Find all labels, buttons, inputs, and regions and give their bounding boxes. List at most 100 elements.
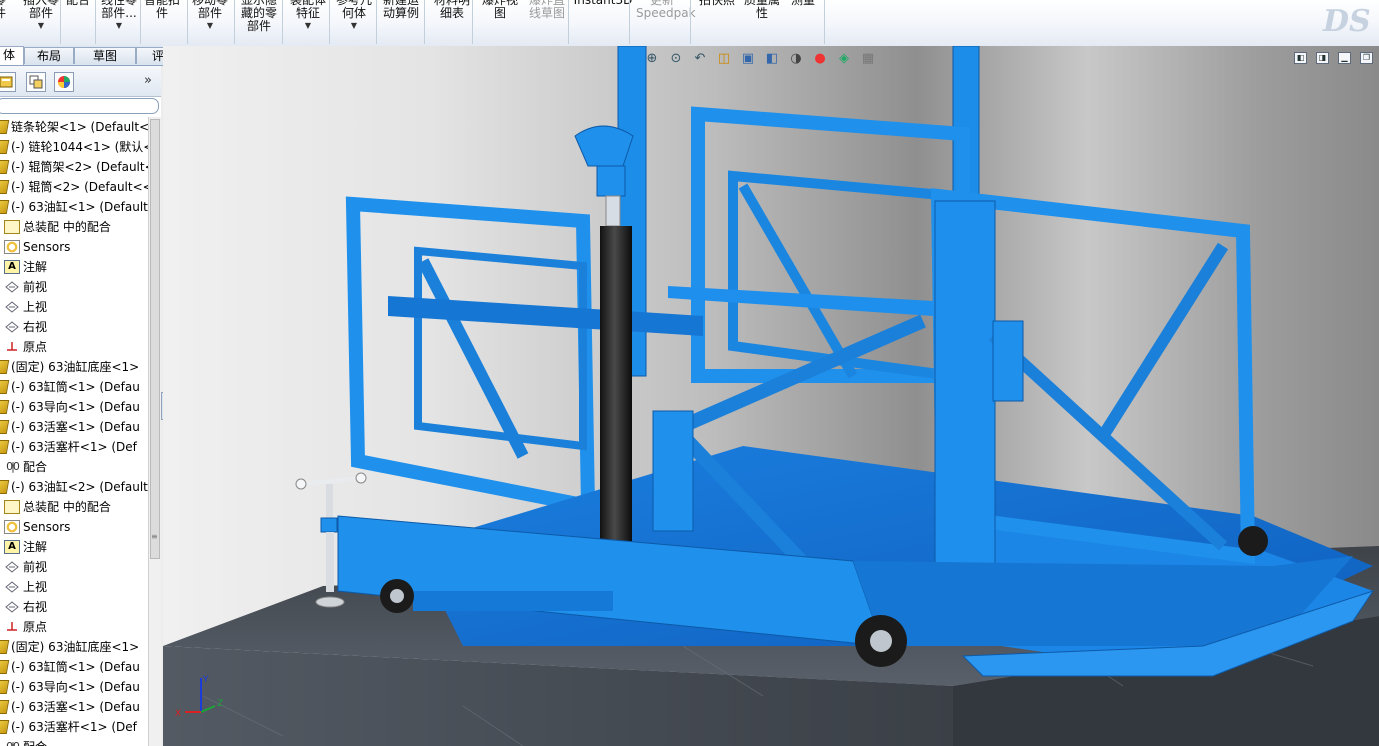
tree-node[interactable]: Sensors bbox=[0, 517, 70, 537]
tree-node[interactable]: A 注解 bbox=[0, 537, 47, 557]
part-icon bbox=[0, 419, 10, 434]
view-settings-icon[interactable]: ▦ bbox=[859, 50, 877, 68]
ribbon-button-b3[interactable]: 配合 bbox=[64, 0, 92, 7]
edit-appearance-icon[interactable]: ● bbox=[811, 50, 829, 68]
triad-x-label: X bbox=[175, 709, 181, 719]
ribbon-button-b1[interactable]: 零 件 bbox=[0, 0, 10, 20]
tree-filter-input[interactable] bbox=[0, 98, 159, 114]
tree-node[interactable]: 右视 bbox=[0, 317, 47, 337]
tab-1[interactable]: 布局 bbox=[24, 47, 74, 64]
tree-node-label: (-) 辊筒<2> (Default<<D bbox=[11, 180, 148, 194]
configuration-manager-icon[interactable] bbox=[26, 72, 46, 92]
tree-node[interactable]: (-) 63缸筒<1> (Defau bbox=[0, 377, 140, 397]
ribbon-button-label: 插入零 部件 bbox=[22, 0, 59, 20]
tree-node[interactable]: (-) 63活塞杆<1> (Def bbox=[0, 437, 137, 457]
ribbon-button-b4[interactable]: 线性零 部件... ▼ bbox=[98, 0, 140, 30]
tree-node-label: 原点 bbox=[23, 620, 48, 634]
tree-node[interactable]: (-) 63导向<1> (Defau bbox=[0, 397, 140, 417]
tree-node[interactable]: 上视 bbox=[0, 297, 47, 317]
zoom-area-icon[interactable]: ⊙ bbox=[667, 50, 685, 68]
ribbon-button-b14[interactable]: Instant3D bbox=[573, 0, 633, 7]
tree-node[interactable]: (-) 链轮1044<1> (默认< bbox=[0, 137, 148, 157]
ribbon-button-label: 新建运 动算例 bbox=[382, 0, 419, 20]
split-vertical-icon[interactable]: ◨ bbox=[1316, 52, 1329, 64]
zoom-to-fit-icon[interactable]: ⊕ bbox=[643, 50, 661, 68]
tree-node[interactable]: (固定) 63油缸底座<1> bbox=[0, 637, 139, 657]
tree-node[interactable]: (-) 63活塞杆<1> (Def bbox=[0, 717, 137, 737]
ribbon-button-b6[interactable]: 移动零 部件 ▼ bbox=[191, 0, 229, 30]
tree-node-label: (-) 63活塞杆<1> (Def bbox=[11, 720, 137, 734]
tab-0[interactable]: 体 bbox=[0, 46, 24, 65]
mates-icon: 0|0 bbox=[6, 459, 20, 473]
previous-view-icon[interactable]: ↶ bbox=[691, 50, 709, 68]
tree-node[interactable]: (固定) 63油缸底座<1> bbox=[0, 357, 139, 377]
ribbon-button-b17[interactable]: 质量属 性 bbox=[740, 0, 784, 20]
ribbon-button-b7[interactable]: 显示隐 藏的零 部件 bbox=[238, 0, 280, 33]
split-horizontal-icon[interactable]: ◧ bbox=[1294, 52, 1307, 64]
view-orientation-icon[interactable]: ▣ bbox=[739, 50, 757, 68]
tree-node[interactable]: (-) 辊筒<2> (Default<<D bbox=[0, 177, 148, 197]
ribbon-button-b9[interactable]: 参考几 何体 ▼ bbox=[333, 0, 375, 30]
section-view-icon[interactable]: ◫ bbox=[715, 50, 733, 68]
ribbon-button-label: 移动零 部件 bbox=[191, 0, 228, 20]
tree-node[interactable]: 前视 bbox=[0, 277, 47, 297]
ribbon-button-b8[interactable]: 装配体 特征 ▼ bbox=[287, 0, 329, 30]
ribbon-button-label: 参考几 何体 bbox=[335, 0, 372, 20]
tree-node[interactable]: 总装配 中的配合 bbox=[0, 217, 111, 237]
hide-show-icon[interactable]: ◑ bbox=[787, 50, 805, 68]
ribbon-button-b2[interactable]: 插入零 部件 ▼ bbox=[20, 0, 62, 30]
tab-2[interactable]: 草图 bbox=[74, 47, 136, 64]
tree-node[interactable]: (-) 63缸筒<1> (Defau bbox=[0, 657, 140, 677]
ribbon-button-b5[interactable]: 智能扣 件 bbox=[143, 0, 181, 20]
dropdown-arrow-icon[interactable]: ▼ bbox=[20, 21, 62, 30]
display-style-icon[interactable]: ◧ bbox=[763, 50, 781, 68]
assembly-model-render[interactable]: Y X Z bbox=[163, 46, 1379, 746]
tree-node-label: (固定) 63油缸底座<1> bbox=[11, 640, 140, 654]
restore-icon[interactable]: ❐ bbox=[1360, 52, 1373, 64]
panel-more-chevron-icon[interactable]: » bbox=[144, 73, 152, 88]
dropdown-arrow-icon[interactable]: ▼ bbox=[287, 21, 329, 30]
tree-node[interactable]: 0|0配合 bbox=[0, 737, 47, 746]
tree-node[interactable]: A 注解 bbox=[0, 257, 47, 277]
tree-scrollbar[interactable]: ≡ bbox=[148, 117, 161, 746]
ribbon-button-b16[interactable]: 拍快照 bbox=[696, 0, 738, 7]
tree-node[interactable]: (-) 63活塞<1> (Defau bbox=[0, 417, 140, 437]
tree-node[interactable]: 上视 bbox=[0, 577, 47, 597]
tree-node[interactable]: 前视 bbox=[0, 557, 47, 577]
display-manager-icon[interactable] bbox=[54, 72, 74, 92]
tree-node[interactable]: 原点 bbox=[0, 337, 47, 357]
property-manager-icon[interactable] bbox=[0, 72, 16, 92]
dropdown-arrow-icon[interactable]: ▼ bbox=[333, 21, 375, 30]
dropdown-arrow-icon[interactable]: ▼ bbox=[98, 21, 140, 30]
tree-node[interactable]: 0|0配合 bbox=[0, 457, 47, 477]
tree-node[interactable]: Sensors bbox=[0, 237, 70, 257]
tree-node[interactable]: (-) 63油缸<2> (Default< bbox=[0, 477, 148, 497]
tree-node[interactable]: 总装配 中的配合 bbox=[0, 497, 111, 517]
scrollbar-thumb[interactable] bbox=[150, 119, 160, 559]
dropdown-arrow-icon[interactable]: ▼ bbox=[191, 21, 229, 30]
tree-node[interactable]: 链条轮架<1> (Default<< bbox=[0, 117, 148, 137]
minimize-icon[interactable]: ▁ bbox=[1338, 52, 1351, 64]
tree-node[interactable]: (-) 辊筒架<2> (Default< bbox=[0, 157, 148, 177]
plane-icon bbox=[4, 580, 20, 594]
tree-node[interactable]: (-) 63油缸<1> (Default< bbox=[0, 197, 148, 217]
ribbon-button-b10[interactable]: 新建运 动算例 bbox=[380, 0, 422, 20]
pulley-head bbox=[574, 125, 634, 167]
panel-toolbar: » bbox=[0, 66, 161, 97]
part-icon bbox=[0, 179, 10, 194]
tree-node[interactable]: (-) 63活塞<1> (Defau bbox=[0, 697, 140, 717]
plane-icon bbox=[4, 320, 20, 334]
tree-node[interactable]: 原点 bbox=[0, 617, 47, 637]
tree-node[interactable]: (-) 63导向<1> (Defau bbox=[0, 677, 140, 697]
ribbon-button-b13[interactable]: 爆炸直 线草图 bbox=[524, 0, 570, 20]
ribbon-button-b18[interactable]: 测量 bbox=[788, 0, 818, 7]
ribbon-button-b15[interactable]: 更新 Speedpak bbox=[636, 0, 696, 20]
apply-scene-icon[interactable]: ◈ bbox=[835, 50, 853, 68]
part-icon bbox=[0, 139, 10, 154]
ribbon-button-b11[interactable]: 材料明 细表 bbox=[430, 0, 474, 20]
ribbon-button-label: 拍快照 bbox=[698, 0, 735, 7]
graphics-area[interactable]: Y X Z ⊕ ⊙ ↶ ◫ ▣ ◧ ◑ ● ◈ ▦ ◧ ◨ ▁ ❐ bbox=[163, 46, 1379, 746]
ribbon-button-label: 装配体 特征 bbox=[289, 0, 326, 20]
tree-node[interactable]: 右视 bbox=[0, 597, 47, 617]
ribbon-button-b12[interactable]: 爆炸视 图 bbox=[478, 0, 522, 20]
